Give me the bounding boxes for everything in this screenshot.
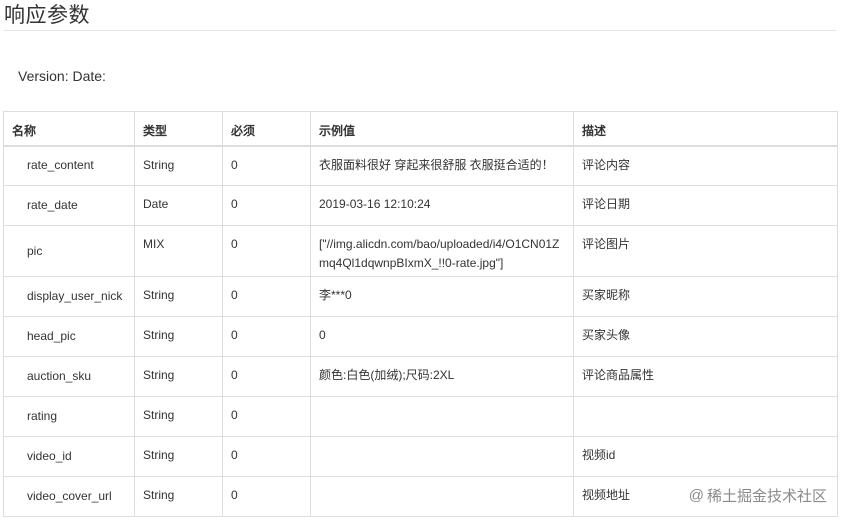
param-example: 2019-03-16 12:10:24: [310, 185, 574, 226]
param-example: 颜色:白色(加绒);尺码:2XL: [310, 356, 574, 397]
header-required: 必须: [222, 111, 311, 147]
param-example: 0: [310, 316, 574, 357]
param-type: String: [134, 276, 223, 317]
param-description: 评论商品属性: [573, 356, 838, 397]
param-name: rating: [3, 396, 135, 437]
table-row: rate_date Date 0 2019-03-16 12:10:24 评论日…: [3, 185, 838, 226]
param-type: String: [134, 145, 223, 186]
at-icon: @: [688, 487, 704, 504]
param-name: video_id: [3, 436, 135, 477]
param-type: String: [134, 396, 223, 437]
header-example: 示例值: [310, 111, 574, 147]
page-title: 响应参数: [4, 4, 90, 27]
param-required: 0: [222, 476, 311, 517]
param-type: String: [134, 316, 223, 357]
param-required: 0: [222, 145, 311, 186]
param-required: 0: [222, 436, 311, 477]
param-type: String: [134, 476, 223, 517]
param-description: [573, 396, 838, 437]
param-description: 买家昵称: [573, 276, 838, 317]
table-row: head_pic String 0 0 买家头像: [3, 316, 838, 357]
param-description: 视频id: [573, 436, 838, 477]
table-row: display_user_nick String 0 李***0 买家昵称: [3, 276, 838, 317]
param-example: ["//img.alicdn.com/bao/uploaded/i4/O1CN0…: [310, 225, 574, 277]
watermark: @ 稀土掘金技术社区: [689, 485, 827, 506]
version-line: Version: Date:: [18, 68, 106, 84]
param-name: display_user_nick: [3, 276, 135, 317]
param-example: [310, 396, 574, 437]
param-description: 评论图片: [573, 225, 838, 277]
table-row: auction_sku String 0 颜色:白色(加绒);尺码:2XL 评论…: [3, 356, 838, 397]
param-type: String: [134, 436, 223, 477]
param-required: 0: [222, 185, 311, 226]
param-name: video_cover_url: [3, 476, 135, 517]
param-name: head_pic: [3, 316, 135, 357]
param-example: [310, 476, 574, 517]
param-description: 买家头像: [573, 316, 838, 357]
header-description: 描述: [573, 111, 838, 147]
table-row: rating String 0: [3, 396, 838, 437]
header-name: 名称: [3, 111, 135, 147]
param-example: 衣服面料很好 穿起来很舒服 衣服挺合适的！: [310, 145, 574, 186]
table-row: pic MIX 0 ["//img.alicdn.com/bao/uploade…: [3, 225, 838, 277]
title-divider: [4, 30, 836, 31]
param-name: pic: [3, 225, 135, 277]
param-required: 0: [222, 225, 311, 277]
param-name: auction_sku: [3, 356, 135, 397]
table-header-row: 名称 类型 必须 示例值 描述: [3, 111, 838, 147]
table-row: rate_content String 0 衣服面料很好 穿起来很舒服 衣服挺合…: [3, 145, 838, 186]
param-type: String: [134, 356, 223, 397]
param-required: 0: [222, 356, 311, 397]
param-example: [310, 436, 574, 477]
param-type: MIX: [134, 225, 223, 277]
param-description: 评论内容: [573, 145, 838, 186]
table-row: video_id String 0 视频id: [3, 436, 838, 477]
param-example: 李***0: [310, 276, 574, 317]
param-required: 0: [222, 396, 311, 437]
param-name: rate_content: [3, 145, 135, 186]
table-header: 名称 类型 必须 示例值 描述: [3, 111, 838, 147]
param-description: 评论日期: [573, 185, 838, 226]
param-required: 0: [222, 316, 311, 357]
param-name: rate_date: [3, 185, 135, 226]
param-type: Date: [134, 185, 223, 226]
response-params-table: 名称 类型 必须 示例值 描述 rate_content String 0 衣服…: [3, 111, 838, 517]
table-body: rate_content String 0 衣服面料很好 穿起来很舒服 衣服挺合…: [3, 145, 838, 517]
watermark-text: 稀土掘金技术社区: [706, 488, 827, 505]
param-required: 0: [222, 276, 311, 317]
header-type: 类型: [134, 111, 223, 147]
